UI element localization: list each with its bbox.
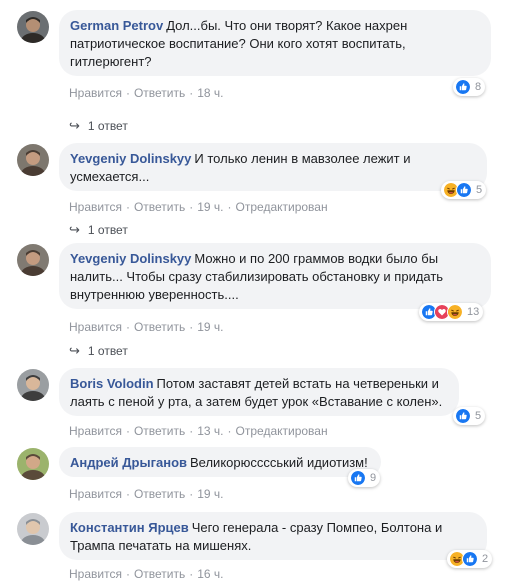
comment-actions: Нравится · Ответить · 19 ч. · Отредактирован [69, 200, 328, 214]
reply-link[interactable]: Ответить [134, 424, 185, 438]
like-link[interactable]: Нравится [69, 424, 122, 438]
comment-actions: Нравится · Ответить · 19 ч. [69, 487, 224, 501]
separator-dot: · [189, 320, 194, 334]
timestamp-link[interactable]: 18 ч. [197, 86, 223, 100]
timestamp-link[interactable]: 19 ч. [197, 200, 223, 214]
reaction-count: 5 [475, 410, 482, 422]
view-replies-link[interactable]: ↪ 1 ответ [69, 222, 128, 238]
comment-actions: Нравится · Ответить · 19 ч. [69, 320, 224, 334]
separator-dot: · [125, 424, 130, 438]
avatar[interactable] [17, 369, 49, 401]
like-reaction-icon [455, 79, 471, 95]
edited-label[interactable]: Отредактирован [236, 424, 328, 438]
comment-bubble: Yevgeniy Dolinskyy Можно и по 200 граммов… [59, 243, 491, 309]
comment-author-link[interactable]: Yevgeniy Dolinskyy [70, 151, 191, 166]
avatar[interactable] [17, 244, 49, 276]
comment-author-link[interactable]: Константин Ярцев [70, 520, 189, 535]
reply-link[interactable]: Ответить [134, 567, 185, 581]
reply-arrow-icon: ↪ [69, 222, 80, 237]
comment-bubble: Константин Ярцев Чего генерала - сразу По… [59, 512, 487, 560]
reply-link[interactable]: Ответить [134, 320, 185, 334]
reaction-count: 5 [476, 184, 483, 196]
like-link[interactable]: Нравится [69, 487, 122, 501]
separator-dot: · [125, 567, 130, 581]
separator-dot: · [189, 567, 194, 581]
comment-actions: Нравится · Ответить · 16 ч. [69, 567, 224, 581]
comment-author-link[interactable]: Андрей Дрыганов [70, 455, 187, 470]
avatar[interactable] [17, 144, 49, 176]
edited-label[interactable]: Отредактирован [236, 200, 328, 214]
like-link[interactable]: Нравится [69, 320, 122, 334]
comment-bubble: German Petrov Дол...бы. Что они творят? К… [59, 10, 491, 76]
comment-author-link[interactable]: German Petrov [70, 18, 163, 33]
separator-dot: · [125, 487, 130, 501]
separator-dot: · [189, 86, 194, 100]
reaction-count: 8 [475, 81, 482, 93]
avatar[interactable] [17, 11, 49, 43]
avatar[interactable] [17, 513, 49, 545]
like-link[interactable]: Нравится [69, 200, 122, 214]
reply-link[interactable]: Ответить [134, 487, 185, 501]
like-link[interactable]: Нравится [69, 567, 122, 581]
like-reaction-icon [455, 408, 471, 424]
replies-count-label: 1 ответ [87, 344, 128, 358]
comment-text: Великорюсссський идиотизм! [190, 455, 368, 470]
like-link[interactable]: Нравится [69, 86, 122, 100]
reaction-count: 9 [370, 472, 377, 484]
reactions-summary[interactable]: 9 [348, 469, 381, 487]
replies-count-label: 1 ответ [87, 119, 128, 133]
reply-arrow-icon: ↪ [69, 343, 80, 358]
reactions-summary[interactable]: 2 [447, 550, 493, 568]
like-reaction-icon [462, 551, 478, 567]
replies-count-label: 1 ответ [87, 223, 128, 237]
timestamp-link[interactable]: 16 ч. [197, 567, 223, 581]
comment-actions: Нравится · Ответить · 13 ч. · Отредактирован [69, 424, 328, 438]
comment-author-link[interactable]: Boris Volodin [70, 376, 154, 391]
reactions-summary[interactable]: 5 [441, 181, 487, 199]
reaction-count: 2 [482, 553, 489, 565]
separator-dot: · [125, 86, 130, 100]
reply-arrow-icon: ↪ [69, 118, 80, 133]
separator-dot: · [125, 320, 130, 334]
comment-author-link[interactable]: Yevgeniy Dolinskyy [70, 251, 191, 266]
like-reaction-icon [350, 470, 366, 486]
haha-reaction-icon [447, 304, 463, 320]
comment-bubble: Андрей Дрыганов Великорюсссський идиотизм… [59, 447, 381, 477]
comment-bubble: Boris Volodin Потом заставят детей встать… [59, 368, 459, 416]
separator-dot: · [125, 200, 130, 214]
comment-actions: Нравится · Ответить · 18 ч. [69, 86, 224, 100]
timestamp-link[interactable]: 13 ч. [197, 424, 223, 438]
view-replies-link[interactable]: ↪ 1 ответ [69, 118, 128, 134]
avatar[interactable] [17, 448, 49, 480]
reactions-summary[interactable]: 13 [419, 303, 484, 321]
reply-link[interactable]: Ответить [134, 200, 185, 214]
reply-link[interactable]: Ответить [134, 86, 185, 100]
reaction-count: 13 [467, 306, 480, 318]
separator-dot: · [189, 487, 194, 501]
timestamp-link[interactable]: 19 ч. [197, 320, 223, 334]
separator-dot: · [189, 424, 194, 438]
view-replies-link[interactable]: ↪ 1 ответ [69, 343, 128, 359]
separator-dot: · [227, 200, 232, 214]
comment-bubble: Yevgeniy Dolinskyy И только ленин в мавзо… [59, 143, 487, 191]
separator-dot: · [189, 200, 194, 214]
separator-dot: · [227, 424, 232, 438]
reactions-summary[interactable]: 8 [453, 78, 486, 96]
like-reaction-icon [456, 182, 472, 198]
timestamp-link[interactable]: 19 ч. [197, 487, 223, 501]
reactions-summary[interactable]: 5 [453, 407, 486, 425]
